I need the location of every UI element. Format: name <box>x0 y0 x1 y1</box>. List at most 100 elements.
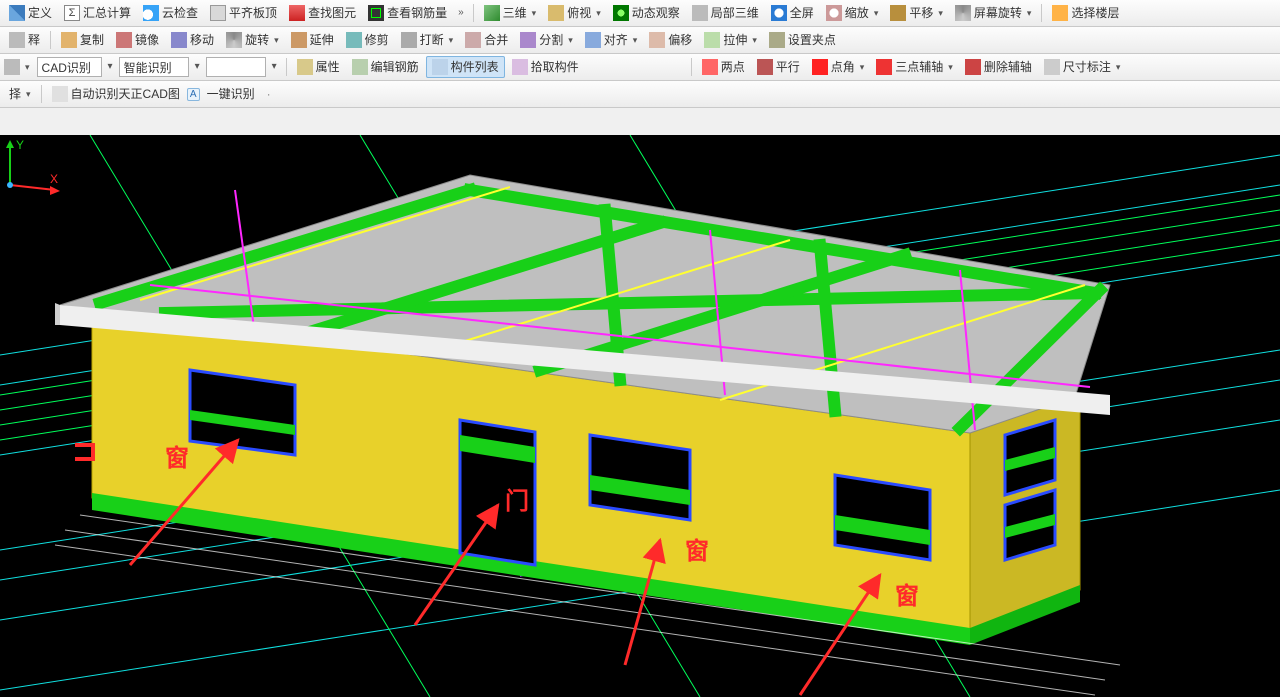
merge-button[interactable]: 合并 <box>460 30 513 50</box>
local-3d-icon <box>692 5 708 21</box>
top-view-button[interactable]: 俯视 <box>543 3 606 23</box>
mirror-button[interactable]: 镜像 <box>111 30 164 50</box>
pan-label: 平移 <box>909 6 933 20</box>
smart-recog-combo[interactable] <box>119 57 189 77</box>
zoom-button[interactable]: 缩放 <box>821 3 884 23</box>
pick-select-label: 择 <box>9 87 21 101</box>
split-button[interactable]: 分割 <box>515 30 578 50</box>
trim-button[interactable]: 修剪 <box>341 30 394 50</box>
empty-combo[interactable] <box>206 57 266 77</box>
find-element-button[interactable]: 查找图元 <box>284 3 361 23</box>
zoom-label: 缩放 <box>845 6 869 20</box>
break-label: 打断 <box>420 33 444 47</box>
copy-button[interactable]: 复制 <box>56 30 109 50</box>
cube-3d-icon <box>484 5 500 21</box>
cloud-check-label: 云检查 <box>162 6 198 20</box>
pan-button[interactable]: 平移 <box>885 3 948 23</box>
dot-label: · <box>267 87 271 101</box>
cad-recog-dropdown-icon[interactable]: ▾ <box>104 61 117 73</box>
pick-select-button[interactable]: 择 <box>4 85 36 103</box>
three-point-axis-button[interactable]: 三点辅轴 <box>871 57 958 77</box>
dynamic-orbit-button[interactable]: 动态观察 <box>608 3 685 23</box>
rotate-button[interactable]: 旋转 <box>221 30 284 50</box>
parallel-label: 平行 <box>776 60 800 74</box>
angle-icon <box>812 59 828 75</box>
auto-ident-tcad-button[interactable]: 自动识别天正CAD图 <box>47 84 185 104</box>
auto-ident-tcad-label: 自动识别天正CAD图 <box>71 87 180 101</box>
stretch-label: 拉伸 <box>723 33 747 47</box>
select-floor-label: 选择楼层 <box>1071 6 1119 20</box>
filter-icon <box>4 59 20 75</box>
axis-gizmo: Y X <box>0 135 60 195</box>
two-point-axis-button[interactable]: 两点 <box>697 57 750 77</box>
floor-icon <box>1052 5 1068 21</box>
toolbar1-overflow-icon[interactable]: » <box>454 7 468 19</box>
offset-button[interactable]: 偏移 <box>644 30 697 50</box>
gizmo-y-label: Y <box>16 138 24 152</box>
empty-combo-dropdown-icon[interactable]: ▾ <box>268 61 281 73</box>
move-button[interactable]: 移动 <box>166 30 219 50</box>
break-button[interactable]: 打断 <box>396 30 459 50</box>
dimension-button[interactable]: 尺寸标注 <box>1039 57 1126 77</box>
select-floor-button[interactable]: 选择楼层 <box>1047 3 1124 23</box>
edit-rebar-label: 编辑钢筋 <box>371 60 419 74</box>
separator <box>1041 4 1042 22</box>
trim-icon <box>346 32 362 48</box>
cloud-icon <box>143 5 159 21</box>
set-grip-label: 设置夹点 <box>788 33 836 47</box>
select-label: 释 <box>28 33 40 47</box>
set-grip-button[interactable]: 设置夹点 <box>764 30 841 50</box>
flat-slab-top-button[interactable]: 平齐板顶 <box>205 3 282 23</box>
cloud-check-button[interactable]: 云检查 <box>138 3 203 23</box>
view-3d-button[interactable]: 三维 <box>479 3 542 23</box>
delete-axis-button[interactable]: 删除辅轴 <box>960 57 1037 77</box>
delete-axis-label: 删除辅轴 <box>984 60 1032 74</box>
local-3d-button[interactable]: 局部三维 <box>687 3 764 23</box>
extend-label: 延伸 <box>310 33 334 47</box>
offset-label: 偏移 <box>668 33 692 47</box>
screen-rotate-button[interactable]: 屏幕旋转 <box>950 3 1037 23</box>
sum-calc-button[interactable]: 汇总计算 <box>59 3 136 23</box>
component-list-label: 构件列表 <box>451 60 499 74</box>
model-viewport[interactable]: 窗 门 窗 窗 Y X <box>0 135 1280 697</box>
define-label: 定义 <box>28 6 52 20</box>
a-toggle-button[interactable]: A <box>187 88 200 101</box>
edit-rebar-button[interactable]: 编辑钢筋 <box>347 57 424 77</box>
viewport-svg <box>0 135 1280 697</box>
rebar-qty-icon <box>368 5 384 21</box>
move-label: 移动 <box>190 33 214 47</box>
select-button[interactable]: 释 <box>4 30 45 50</box>
pick-icon <box>512 59 528 75</box>
split-icon <box>520 32 536 48</box>
cad-recog-combo[interactable] <box>37 57 102 77</box>
grip-icon <box>769 32 785 48</box>
top-view-icon <box>548 5 564 21</box>
pick-component-button[interactable]: 拾取构件 <box>507 57 584 77</box>
properties-button[interactable]: 属性 <box>292 57 345 77</box>
find-element-label: 查找图元 <box>308 6 356 20</box>
offset-icon <box>649 32 665 48</box>
fullscreen-button[interactable]: 全屏 <box>766 3 819 23</box>
point-angle-axis-button[interactable]: 点角 <box>807 57 870 77</box>
align-button[interactable]: 对齐 <box>580 30 643 50</box>
view-3d-label: 三维 <box>503 6 527 20</box>
component-list-button[interactable]: 构件列表 <box>426 56 505 78</box>
separator <box>691 58 692 76</box>
smart-recog-dropdown-icon[interactable]: ▾ <box>191 61 204 73</box>
trim-label: 修剪 <box>365 33 389 47</box>
fullscreen-label: 全屏 <box>790 6 814 20</box>
oneclick-ident-button[interactable]: 一键识别 <box>202 85 260 103</box>
rebar-qty-button[interactable]: 查看钢筋量 <box>363 3 452 23</box>
rotate-label: 旋转 <box>245 33 269 47</box>
split-label: 分割 <box>539 33 563 47</box>
parallel-axis-button[interactable]: 平行 <box>752 57 805 77</box>
fullscreen-icon <box>771 5 787 21</box>
rotate-icon <box>226 32 242 48</box>
copy-icon <box>61 32 77 48</box>
define-button[interactable]: 定义 <box>4 3 57 23</box>
dot-button[interactable]: · <box>262 85 276 103</box>
separator <box>473 4 474 22</box>
stretch-button[interactable]: 拉伸 <box>699 30 762 50</box>
extend-button[interactable]: 延伸 <box>286 30 339 50</box>
select-filter-dropdown[interactable] <box>4 57 35 77</box>
